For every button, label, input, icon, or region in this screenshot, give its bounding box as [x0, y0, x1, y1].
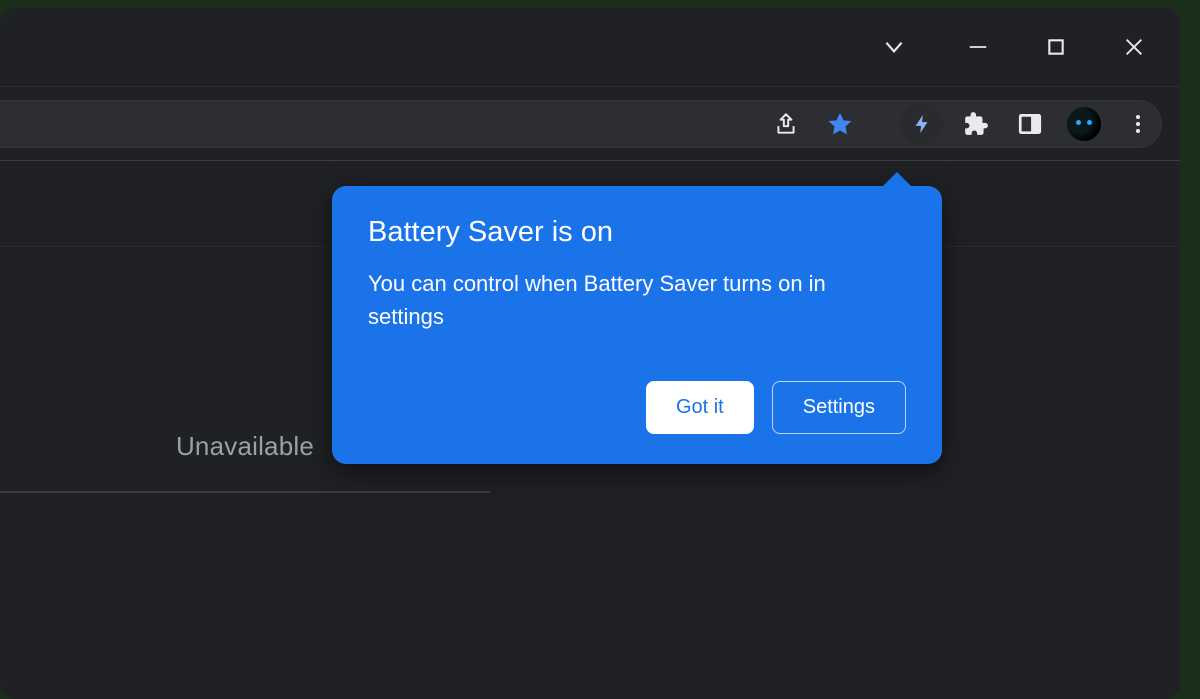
omnibox-actions: [762, 87, 864, 160]
popover-body: You can control when Battery Saver turns…: [368, 267, 888, 333]
bookmark-button[interactable]: [816, 100, 864, 148]
status-text: Unavailable: [176, 431, 314, 461]
toolbar-actions: [900, 87, 1160, 160]
profile-button[interactable]: [1062, 102, 1106, 146]
extensions-button[interactable]: [954, 102, 998, 146]
browser-window: Unavailable Battery Saver is on You can …: [0, 8, 1180, 699]
star-filled-icon: [826, 110, 854, 138]
browser-toolbar: [0, 87, 1180, 161]
got-it-button[interactable]: Got it: [646, 381, 754, 434]
popover-actions: Got it Settings: [368, 381, 906, 434]
avatar-icon: [1067, 107, 1101, 141]
panel-divider: [0, 491, 490, 493]
settings-button[interactable]: Settings: [772, 381, 906, 434]
window-titlebar: [0, 8, 1180, 86]
minimize-button[interactable]: [964, 33, 992, 61]
battery-saver-popover: Battery Saver is on You can control when…: [332, 186, 942, 464]
side-panel-button[interactable]: [1008, 102, 1052, 146]
popover-title: Battery Saver is on: [368, 216, 906, 249]
side-panel-icon: [1017, 111, 1043, 137]
chrome-menu-button[interactable]: [1116, 102, 1160, 146]
share-icon: [773, 111, 799, 137]
minimize-icon: [967, 36, 989, 58]
close-icon: [1123, 36, 1145, 58]
battery-saver-button[interactable]: [900, 102, 944, 146]
puzzle-icon: [963, 111, 989, 137]
tab-search-button[interactable]: [880, 33, 908, 61]
close-button[interactable]: [1120, 33, 1148, 61]
maximize-icon: [1046, 37, 1066, 57]
more-vertical-icon: [1126, 112, 1150, 136]
chevron-down-icon: [881, 34, 907, 60]
lightning-icon: [911, 110, 933, 138]
share-button[interactable]: [762, 100, 810, 148]
maximize-button[interactable]: [1042, 33, 1070, 61]
